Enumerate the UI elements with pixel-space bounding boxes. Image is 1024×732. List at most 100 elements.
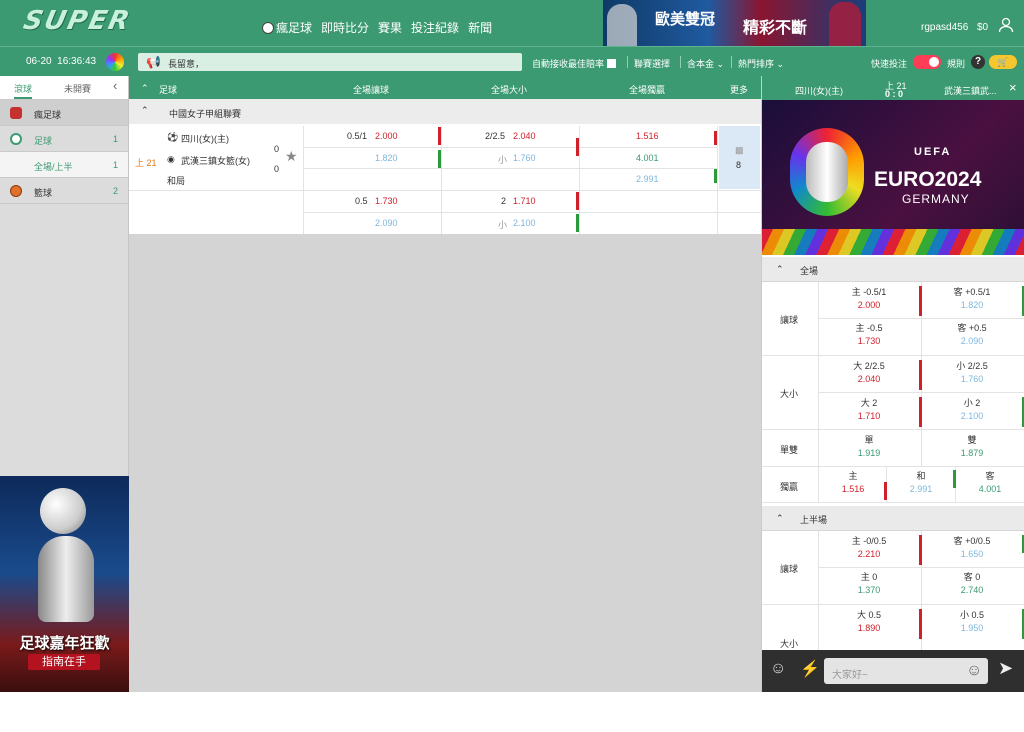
odds-home[interactable]: 1.730	[375, 196, 398, 206]
bet-option[interactable]: 客 4.001	[956, 470, 1024, 496]
euro-2024-banner[interactable]: UEFA EURO2024 GERMANY	[762, 100, 1024, 255]
collapse-icon[interactable]: ⌃	[141, 83, 149, 94]
principal-dropdown[interactable]: 含本金 ⌄	[687, 57, 724, 70]
sidebar-item-crazy-football[interactable]: 瘋足球	[0, 100, 128, 126]
chat-input[interactable]: 大家好~ ☺	[824, 658, 988, 684]
bet-option[interactable]: 大 2/2.5 2.040	[819, 360, 919, 386]
bet-option[interactable]: 客 +0.5 2.090	[922, 322, 1022, 348]
odds-over[interactable]: 1.710	[513, 196, 536, 206]
bet-option[interactable]: 主 0 1.370	[819, 571, 919, 597]
help-icon[interactable]: ?	[971, 55, 985, 69]
auto-accept-checkbox[interactable]	[607, 59, 617, 68]
nav-results[interactable]: 賽果	[378, 19, 402, 36]
toolbar: 06-20 16:36:43 📢 長留意， 自動接收最佳賠率 聯賽選擇 含本金 …	[0, 46, 1024, 76]
home-score: 0	[274, 144, 280, 154]
promo-banner[interactable]: 足球嘉年狂歡 指南在手	[0, 476, 129, 692]
send-icon[interactable]: ➤	[998, 658, 1013, 679]
collapse-icon[interactable]: ‹	[113, 78, 117, 93]
emoji-icon[interactable]: ☺	[966, 662, 982, 680]
option-label: 大 0.5	[856, 610, 881, 620]
section-full-time[interactable]: ⌃ 全場	[762, 257, 1024, 282]
color-theme-icon[interactable]	[106, 53, 124, 71]
bet-option[interactable]: 小 2/2.5 1.760	[922, 360, 1022, 386]
odds-ml-home[interactable]: 1.516	[636, 131, 659, 141]
divider	[579, 126, 580, 234]
option-odds: 1.370	[857, 585, 881, 595]
league-row[interactable]: ⌃ 中國女子甲組聯賽	[129, 99, 761, 125]
match-row: 上 21 ⚽ 四川(女)(主) ◉ 武漢三鎮女籃(女) 和局 0 0 ★ 0.5…	[129, 124, 761, 234]
odds-home[interactable]: 2.000	[375, 131, 398, 141]
announcement-bar[interactable]: 📢 長留意，	[138, 53, 522, 71]
bet-option[interactable]: 雙 1.879	[922, 434, 1022, 460]
bet-option[interactable]: 主 -0.5 1.730	[819, 322, 919, 348]
nav-bet-history[interactable]: 投注紀錄	[411, 19, 459, 36]
option-label: 小 0.5	[959, 610, 984, 620]
soccer-ball-icon: ⚽	[167, 132, 179, 142]
option-odds: 2.000	[857, 300, 881, 310]
chat-icon[interactable]: ☺	[770, 660, 786, 678]
odds-away[interactable]: 1.820	[375, 153, 398, 163]
nav-crazy-football[interactable]: 瘋足球	[262, 19, 312, 36]
bet-option[interactable]: 單 1.919	[819, 434, 919, 460]
divider	[818, 318, 1024, 319]
header-banner[interactable]: 歐美雙冠 精彩不斷	[603, 0, 866, 46]
favorite-star-icon[interactable]: ★	[285, 148, 298, 165]
bet-slip-cart-icon[interactable]: 🛒	[989, 55, 1017, 69]
chevron-down-icon: ⌄	[716, 59, 725, 69]
bet-option[interactable]: 客 0 2.740	[922, 571, 1022, 597]
option-odds: 2.090	[960, 336, 984, 346]
nav-live-score[interactable]: 即時比分	[321, 19, 369, 36]
collapse-icon[interactable]: ⌃	[776, 264, 784, 275]
site-logo[interactable]: SUPER	[21, 6, 134, 36]
odds-away[interactable]: 2.090	[375, 218, 398, 228]
tab-upcoming[interactable]: 未開賽	[64, 82, 91, 95]
close-icon[interactable]: ×	[1009, 80, 1017, 95]
odds-under[interactable]: 2.100	[513, 218, 536, 228]
sidebar-item-basketball[interactable]: 籃球 2	[0, 178, 128, 204]
option-label: 大 2/2.5	[853, 361, 885, 371]
sidebar-item-label: 瘋足球	[34, 110, 62, 120]
bet-option[interactable]: 大 2 1.710	[819, 397, 919, 423]
sidebar-item-count: 1	[112, 134, 118, 144]
rules-link[interactable]: 規則	[947, 57, 965, 70]
promo-title: 足球嘉年狂歡	[19, 635, 110, 652]
bet-option[interactable]: 主 -0/0.5 2.210	[819, 535, 919, 561]
collapse-icon[interactable]: ⌃	[141, 105, 149, 116]
option-odds: 1.950	[960, 623, 984, 633]
odds-under[interactable]: 1.760	[513, 153, 536, 163]
bet-option[interactable]: 客 +0.5/1 1.820	[922, 286, 1022, 312]
divider	[818, 567, 1024, 568]
quick-bet-toggle[interactable]	[913, 55, 941, 69]
bet-option[interactable]: 小 0.5 1.950	[922, 609, 1022, 635]
auto-accept-option[interactable]: 自動接收最佳賠率	[532, 57, 617, 70]
clock: 06-20 16:36:43	[26, 56, 96, 67]
option-odds: 1.820	[960, 300, 984, 310]
section-first-half[interactable]: ⌃ 上半場	[762, 506, 1024, 531]
bet-option[interactable]: 大 0.5 1.890	[819, 609, 919, 635]
odds-ml-away[interactable]: 4.001	[636, 153, 659, 163]
tab-live[interactable]: 滾球	[14, 82, 33, 99]
option-odds: 4.001	[978, 484, 1002, 494]
collapse-icon[interactable]: ⌃	[776, 513, 784, 524]
top-header: SUPER 瘋足球 即時比分 賽果 投注紀錄 新聞 歐美雙冠 精彩不斷 rgpa…	[0, 0, 1024, 46]
match-detail-panel: 四川(女)(主) 上 21 0 : 0 武漢三鎮武... × UEFA EURO…	[761, 76, 1024, 692]
bet-option[interactable]: 小 2 2.100	[922, 397, 1022, 423]
option-label: 雙	[967, 435, 977, 445]
bet-option[interactable]: 和 2.991	[887, 470, 955, 496]
sort-dropdown[interactable]: 熱門排序 ⌄	[738, 57, 784, 70]
more-markets-button[interactable]: ▩ 8	[719, 126, 760, 189]
odds-over[interactable]: 2.040	[513, 131, 536, 141]
user-icon[interactable]	[998, 17, 1014, 33]
lightning-icon[interactable]: ⚡	[800, 659, 820, 679]
sidebar-item-fulltime-halftime[interactable]: 全場/上半 1	[0, 152, 128, 178]
sidebar-item-football[interactable]: 足球 1	[0, 126, 128, 152]
league-select-button[interactable]: 聯賽選擇	[634, 57, 670, 70]
bet-option[interactable]: 主 1.516	[819, 470, 887, 496]
decorative-stripes	[762, 229, 1024, 255]
nav-news[interactable]: 新聞	[468, 19, 492, 36]
bet-option[interactable]: 主 -0.5/1 2.000	[819, 286, 919, 312]
option-odds: 2.100	[960, 411, 984, 421]
bet-option[interactable]: 客 +0/0.5 1.650	[922, 535, 1022, 561]
odds-ml-draw[interactable]: 2.991	[636, 174, 659, 184]
option-label: 主 0	[860, 572, 878, 582]
